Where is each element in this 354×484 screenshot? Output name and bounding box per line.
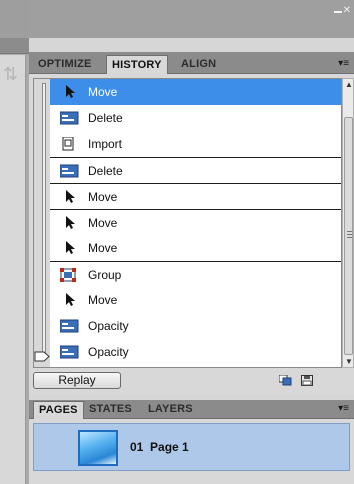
cursor-icon <box>60 85 80 99</box>
cursor-icon <box>60 241 80 255</box>
left-panel-body <box>0 55 26 484</box>
replay-button[interactable]: Replay <box>33 372 121 389</box>
cursor-icon <box>60 215 80 230</box>
left-panel-header <box>0 38 29 54</box>
history-item-label: Move <box>88 293 118 307</box>
tab-optimize[interactable]: OPTIMIZE <box>33 55 97 74</box>
history-footer: Replay <box>29 369 354 394</box>
history-slider-handle-icon[interactable] <box>34 351 50 362</box>
page-row[interactable]: 01 Page 1 <box>33 423 350 471</box>
tab-pages[interactable]: PAGES <box>33 401 84 419</box>
panel-menu-icon[interactable]: ▾≡ <box>338 58 349 69</box>
close-icon[interactable]: ✕ <box>343 5 351 16</box>
history-scrollbar[interactable]: ▲ ▼ <box>342 78 354 368</box>
opacity-icon <box>59 345 80 359</box>
history-item-label: Move <box>88 215 118 230</box>
import-icon <box>60 136 80 151</box>
history-item-label: Opacity <box>88 319 129 333</box>
group-icon <box>60 267 80 282</box>
history-item[interactable]: Move <box>50 79 341 105</box>
history-item-label: Move <box>88 241 118 255</box>
pages-tabbar: PAGES STATES LAYERS ▾≡ <box>29 400 354 419</box>
left-panel-edge: ⇅ <box>0 0 29 484</box>
history-item[interactable]: Opacity <box>50 339 341 365</box>
save-steps-icon[interactable] <box>301 375 314 386</box>
history-item-label: Move <box>88 85 118 99</box>
minimize-icon[interactable] <box>334 11 342 13</box>
sort-icon: ⇅ <box>3 64 19 84</box>
panel-dock-topbar: ✕ <box>29 0 354 38</box>
history-item[interactable]: Delete <box>50 105 341 131</box>
scroll-thumb[interactable] <box>344 117 353 355</box>
cursor-icon <box>60 293 80 307</box>
history-list: Move Delete Import Delete Move Move Move… <box>33 78 342 368</box>
cursor-icon <box>60 189 80 204</box>
copy-steps-icon[interactable] <box>279 375 292 386</box>
page-thumbnail <box>78 430 118 466</box>
history-item[interactable]: Group <box>50 261 341 287</box>
tab-history[interactable]: HISTORY <box>106 55 168 74</box>
history-item-label: Move <box>88 189 118 204</box>
history-item[interactable]: Move <box>50 183 341 209</box>
tab-align[interactable]: ALIGN <box>176 55 221 74</box>
delete-icon <box>59 111 80 125</box>
replay-marker-column <box>34 79 50 367</box>
history-item[interactable]: Delete <box>50 157 341 183</box>
pages-panel: 01 Page 1 <box>29 419 354 484</box>
scroll-down-icon[interactable]: ▼ <box>345 357 353 366</box>
scroll-grip-icon <box>347 231 352 232</box>
history-item-label: Opacity <box>88 345 129 359</box>
history-item-label: Delete <box>88 111 123 125</box>
history-item-label: Import <box>88 137 123 151</box>
history-tabbar: OPTIMIZE HISTORY ALIGN ▾≡ <box>29 52 354 74</box>
page-label: 01 Page 1 <box>130 440 189 454</box>
history-item[interactable]: Opacity <box>50 313 341 339</box>
history-item[interactable]: Import <box>50 131 341 157</box>
history-slider-track[interactable] <box>42 83 46 358</box>
history-item[interactable]: Move <box>50 287 341 313</box>
history-item-label: Delete <box>88 163 123 178</box>
scroll-up-icon[interactable]: ▲ <box>345 80 353 89</box>
opacity-icon <box>59 319 80 333</box>
history-panel: Move Delete Import Delete Move Move Move… <box>29 74 354 394</box>
panel-menu-icon[interactable]: ▾≡ <box>338 403 349 414</box>
left-panel-topbar <box>0 0 29 38</box>
history-item[interactable]: Move <box>50 209 341 235</box>
tab-layers[interactable]: LAYERS <box>143 401 198 419</box>
delete-icon <box>59 164 80 178</box>
history-item-label: Group <box>88 267 122 282</box>
tab-states[interactable]: STATES <box>84 401 137 419</box>
history-item[interactable]: Move <box>50 235 341 261</box>
